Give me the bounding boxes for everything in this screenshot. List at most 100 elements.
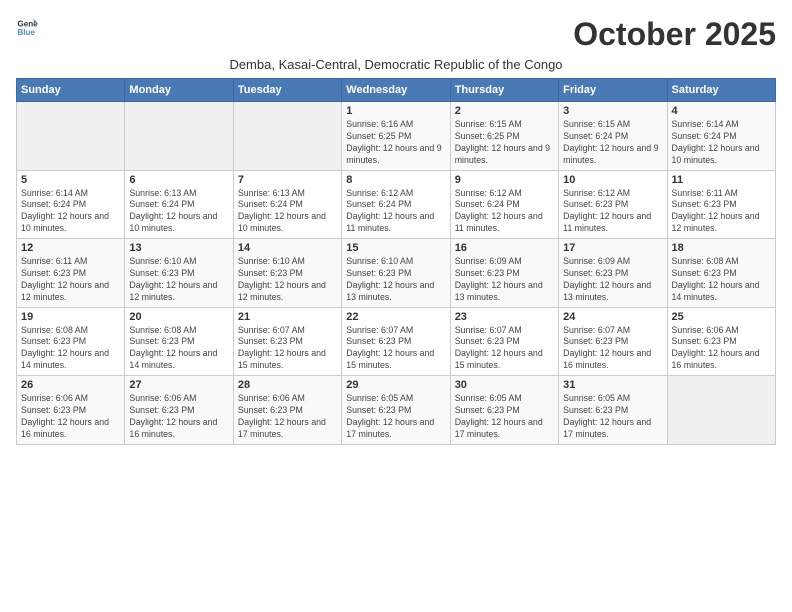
day-number: 27	[129, 379, 228, 391]
day-info: Sunrise: 6:07 AM Sunset: 6:23 PM Dayligh…	[563, 325, 662, 373]
calendar-cell	[125, 102, 233, 171]
day-info: Sunrise: 6:13 AM Sunset: 6:24 PM Dayligh…	[129, 188, 228, 236]
calendar-cell	[17, 102, 125, 171]
calendar-cell: 2Sunrise: 6:15 AM Sunset: 6:25 PM Daylig…	[450, 102, 558, 171]
day-info: Sunrise: 6:16 AM Sunset: 6:25 PM Dayligh…	[346, 119, 445, 167]
calendar-cell: 30 Sunrise: 6:05 AM Sunset: 6:23 PM Dayli…	[450, 376, 558, 445]
column-header-tuesday: Tuesday	[233, 79, 341, 102]
day-info: Sunrise: 6:08 AM Sunset: 6:23 PM Dayligh…	[21, 325, 120, 373]
day-info: Sunrise: 6:08 AM Sunset: 6:23 PM Dayligh…	[129, 325, 228, 373]
day-number: 23	[455, 311, 554, 323]
logo: General Blue	[16, 16, 38, 38]
calendar-cell: 24 Sunrise: 6:07 AM Sunset: 6:23 PM Dayli…	[559, 307, 667, 376]
day-number: 7	[238, 174, 337, 186]
day-info: Sunrise: 6:06 AM Sunset: 6:23 PM Dayligh…	[21, 393, 120, 441]
header: General Blue October 2025	[16, 16, 776, 53]
calendar-cell	[667, 376, 775, 445]
day-number: 20	[129, 311, 228, 323]
day-number: 30	[455, 379, 554, 391]
day-number: 17	[563, 242, 662, 254]
day-number: 11	[672, 174, 771, 186]
calendar-cell: 25 Sunrise: 6:06 AM Sunset: 6:23 PM Dayli…	[667, 307, 775, 376]
day-number: 21	[238, 311, 337, 323]
day-number: 22	[346, 311, 445, 323]
column-header-monday: Monday	[125, 79, 233, 102]
calendar-cell: 3 Sunrise: 6:15 AM Sunset: 6:24 PM Daylig…	[559, 102, 667, 171]
calendar-table: SundayMondayTuesdayWednesdayThursdayFrid…	[16, 78, 776, 445]
day-info: Sunrise: 6:14 AM Sunset: 6:24 PM Dayligh…	[672, 119, 771, 167]
calendar-cell: 6 Sunrise: 6:13 AM Sunset: 6:24 PM Daylig…	[125, 170, 233, 239]
calendar-cell	[233, 102, 341, 171]
logo-icon: General Blue	[16, 16, 38, 38]
calendar-cell: 23Sunrise: 6:07 AM Sunset: 6:23 PM Dayli…	[450, 307, 558, 376]
svg-text:Blue: Blue	[17, 28, 35, 37]
day-info: Sunrise: 6:06 AM Sunset: 6:23 PM Dayligh…	[672, 325, 771, 373]
day-info: Sunrise: 6:15 AM Sunset: 6:25 PM Dayligh…	[455, 119, 554, 167]
calendar-week-row: 5 Sunrise: 6:14 AM Sunset: 6:24 PM Daylig…	[17, 170, 776, 239]
calendar-cell: 31Sunrise: 6:05 AM Sunset: 6:23 PM Dayli…	[559, 376, 667, 445]
day-info: Sunrise: 6:05 AM Sunset: 6:23 PM Dayligh…	[563, 393, 662, 441]
column-header-sunday: Sunday	[17, 79, 125, 102]
calendar-cell: 9 Sunrise: 6:12 AM Sunset: 6:24 PM Daylig…	[450, 170, 558, 239]
day-info: Sunrise: 6:12 AM Sunset: 6:23 PM Dayligh…	[563, 188, 662, 236]
day-info: Sunrise: 6:10 AM Sunset: 6:23 PM Dayligh…	[346, 256, 445, 304]
day-number: 5	[21, 174, 120, 186]
calendar-cell: 14 Sunrise: 6:10 AM Sunset: 6:23 PM Dayli…	[233, 239, 341, 308]
day-number: 13	[129, 242, 228, 254]
calendar-week-row: 26 Sunrise: 6:06 AM Sunset: 6:23 PM Dayli…	[17, 376, 776, 445]
calendar-cell: 5 Sunrise: 6:14 AM Sunset: 6:24 PM Daylig…	[17, 170, 125, 239]
day-info: Sunrise: 6:12 AM Sunset: 6:24 PM Dayligh…	[455, 188, 554, 236]
day-number: 18	[672, 242, 771, 254]
day-info: Sunrise: 6:07 AM Sunset: 6:23 PM Dayligh…	[346, 325, 445, 373]
calendar-cell: 1 Sunrise: 6:16 AM Sunset: 6:25 PM Daylig…	[342, 102, 450, 171]
day-number: 25	[672, 311, 771, 323]
calendar-week-row: 1 Sunrise: 6:16 AM Sunset: 6:25 PM Daylig…	[17, 102, 776, 171]
subtitle: Demba, Kasai-Central, Democratic Republi…	[16, 57, 776, 72]
day-info: Sunrise: 6:14 AM Sunset: 6:24 PM Dayligh…	[21, 188, 120, 236]
calendar-cell: 16Sunrise: 6:09 AM Sunset: 6:23 PM Dayli…	[450, 239, 558, 308]
day-info: Sunrise: 6:05 AM Sunset: 6:23 PM Dayligh…	[455, 393, 554, 441]
calendar-cell: 8 Sunrise: 6:12 AM Sunset: 6:24 PM Daylig…	[342, 170, 450, 239]
column-header-saturday: Saturday	[667, 79, 775, 102]
calendar-cell: 18 Sunrise: 6:08 AM Sunset: 6:23 PM Dayli…	[667, 239, 775, 308]
calendar-cell: 29 Sunrise: 6:05 AM Sunset: 6:23 PM Dayli…	[342, 376, 450, 445]
day-number: 1	[346, 105, 445, 117]
day-info: Sunrise: 6:05 AM Sunset: 6:23 PM Dayligh…	[346, 393, 445, 441]
day-number: 14	[238, 242, 337, 254]
day-number: 8	[346, 174, 445, 186]
calendar-cell: 13 Sunrise: 6:10 AM Sunset: 6:23 PM Dayli…	[125, 239, 233, 308]
day-number: 16	[455, 242, 554, 254]
month-title: October 2025	[573, 16, 776, 53]
day-number: 3	[563, 105, 662, 117]
day-info: Sunrise: 6:09 AM Sunset: 6:23 PM Dayligh…	[563, 256, 662, 304]
day-number: 24	[563, 311, 662, 323]
day-number: 6	[129, 174, 228, 186]
day-info: Sunrise: 6:08 AM Sunset: 6:23 PM Dayligh…	[672, 256, 771, 304]
day-info: Sunrise: 6:10 AM Sunset: 6:23 PM Dayligh…	[129, 256, 228, 304]
calendar-week-row: 19 Sunrise: 6:08 AM Sunset: 6:23 PM Dayli…	[17, 307, 776, 376]
column-header-friday: Friday	[559, 79, 667, 102]
calendar-cell: 27Sunrise: 6:06 AM Sunset: 6:23 PM Dayli…	[125, 376, 233, 445]
day-number: 26	[21, 379, 120, 391]
calendar-header-row: SundayMondayTuesdayWednesdayThursdayFrid…	[17, 79, 776, 102]
calendar-cell: 21 Sunrise: 6:07 AM Sunset: 6:23 PM Dayli…	[233, 307, 341, 376]
day-info: Sunrise: 6:13 AM Sunset: 6:24 PM Dayligh…	[238, 188, 337, 236]
column-header-thursday: Thursday	[450, 79, 558, 102]
calendar-cell: 4Sunrise: 6:14 AM Sunset: 6:24 PM Daylig…	[667, 102, 775, 171]
calendar-cell: 15 Sunrise: 6:10 AM Sunset: 6:23 PM Dayli…	[342, 239, 450, 308]
day-number: 12	[21, 242, 120, 254]
day-info: Sunrise: 6:12 AM Sunset: 6:24 PM Dayligh…	[346, 188, 445, 236]
day-info: Sunrise: 6:07 AM Sunset: 6:23 PM Dayligh…	[238, 325, 337, 373]
calendar-cell: 19 Sunrise: 6:08 AM Sunset: 6:23 PM Dayli…	[17, 307, 125, 376]
calendar-cell: 7 Sunrise: 6:13 AM Sunset: 6:24 PM Daylig…	[233, 170, 341, 239]
calendar-cell: 26 Sunrise: 6:06 AM Sunset: 6:23 PM Dayli…	[17, 376, 125, 445]
day-info: Sunrise: 6:10 AM Sunset: 6:23 PM Dayligh…	[238, 256, 337, 304]
calendar-cell: 11Sunrise: 6:11 AM Sunset: 6:23 PM Dayli…	[667, 170, 775, 239]
day-number: 9	[455, 174, 554, 186]
day-number: 15	[346, 242, 445, 254]
calendar-cell: 22 Sunrise: 6:07 AM Sunset: 6:23 PM Dayli…	[342, 307, 450, 376]
column-header-wednesday: Wednesday	[342, 79, 450, 102]
day-info: Sunrise: 6:15 AM Sunset: 6:24 PM Dayligh…	[563, 119, 662, 167]
day-number: 29	[346, 379, 445, 391]
day-number: 19	[21, 311, 120, 323]
